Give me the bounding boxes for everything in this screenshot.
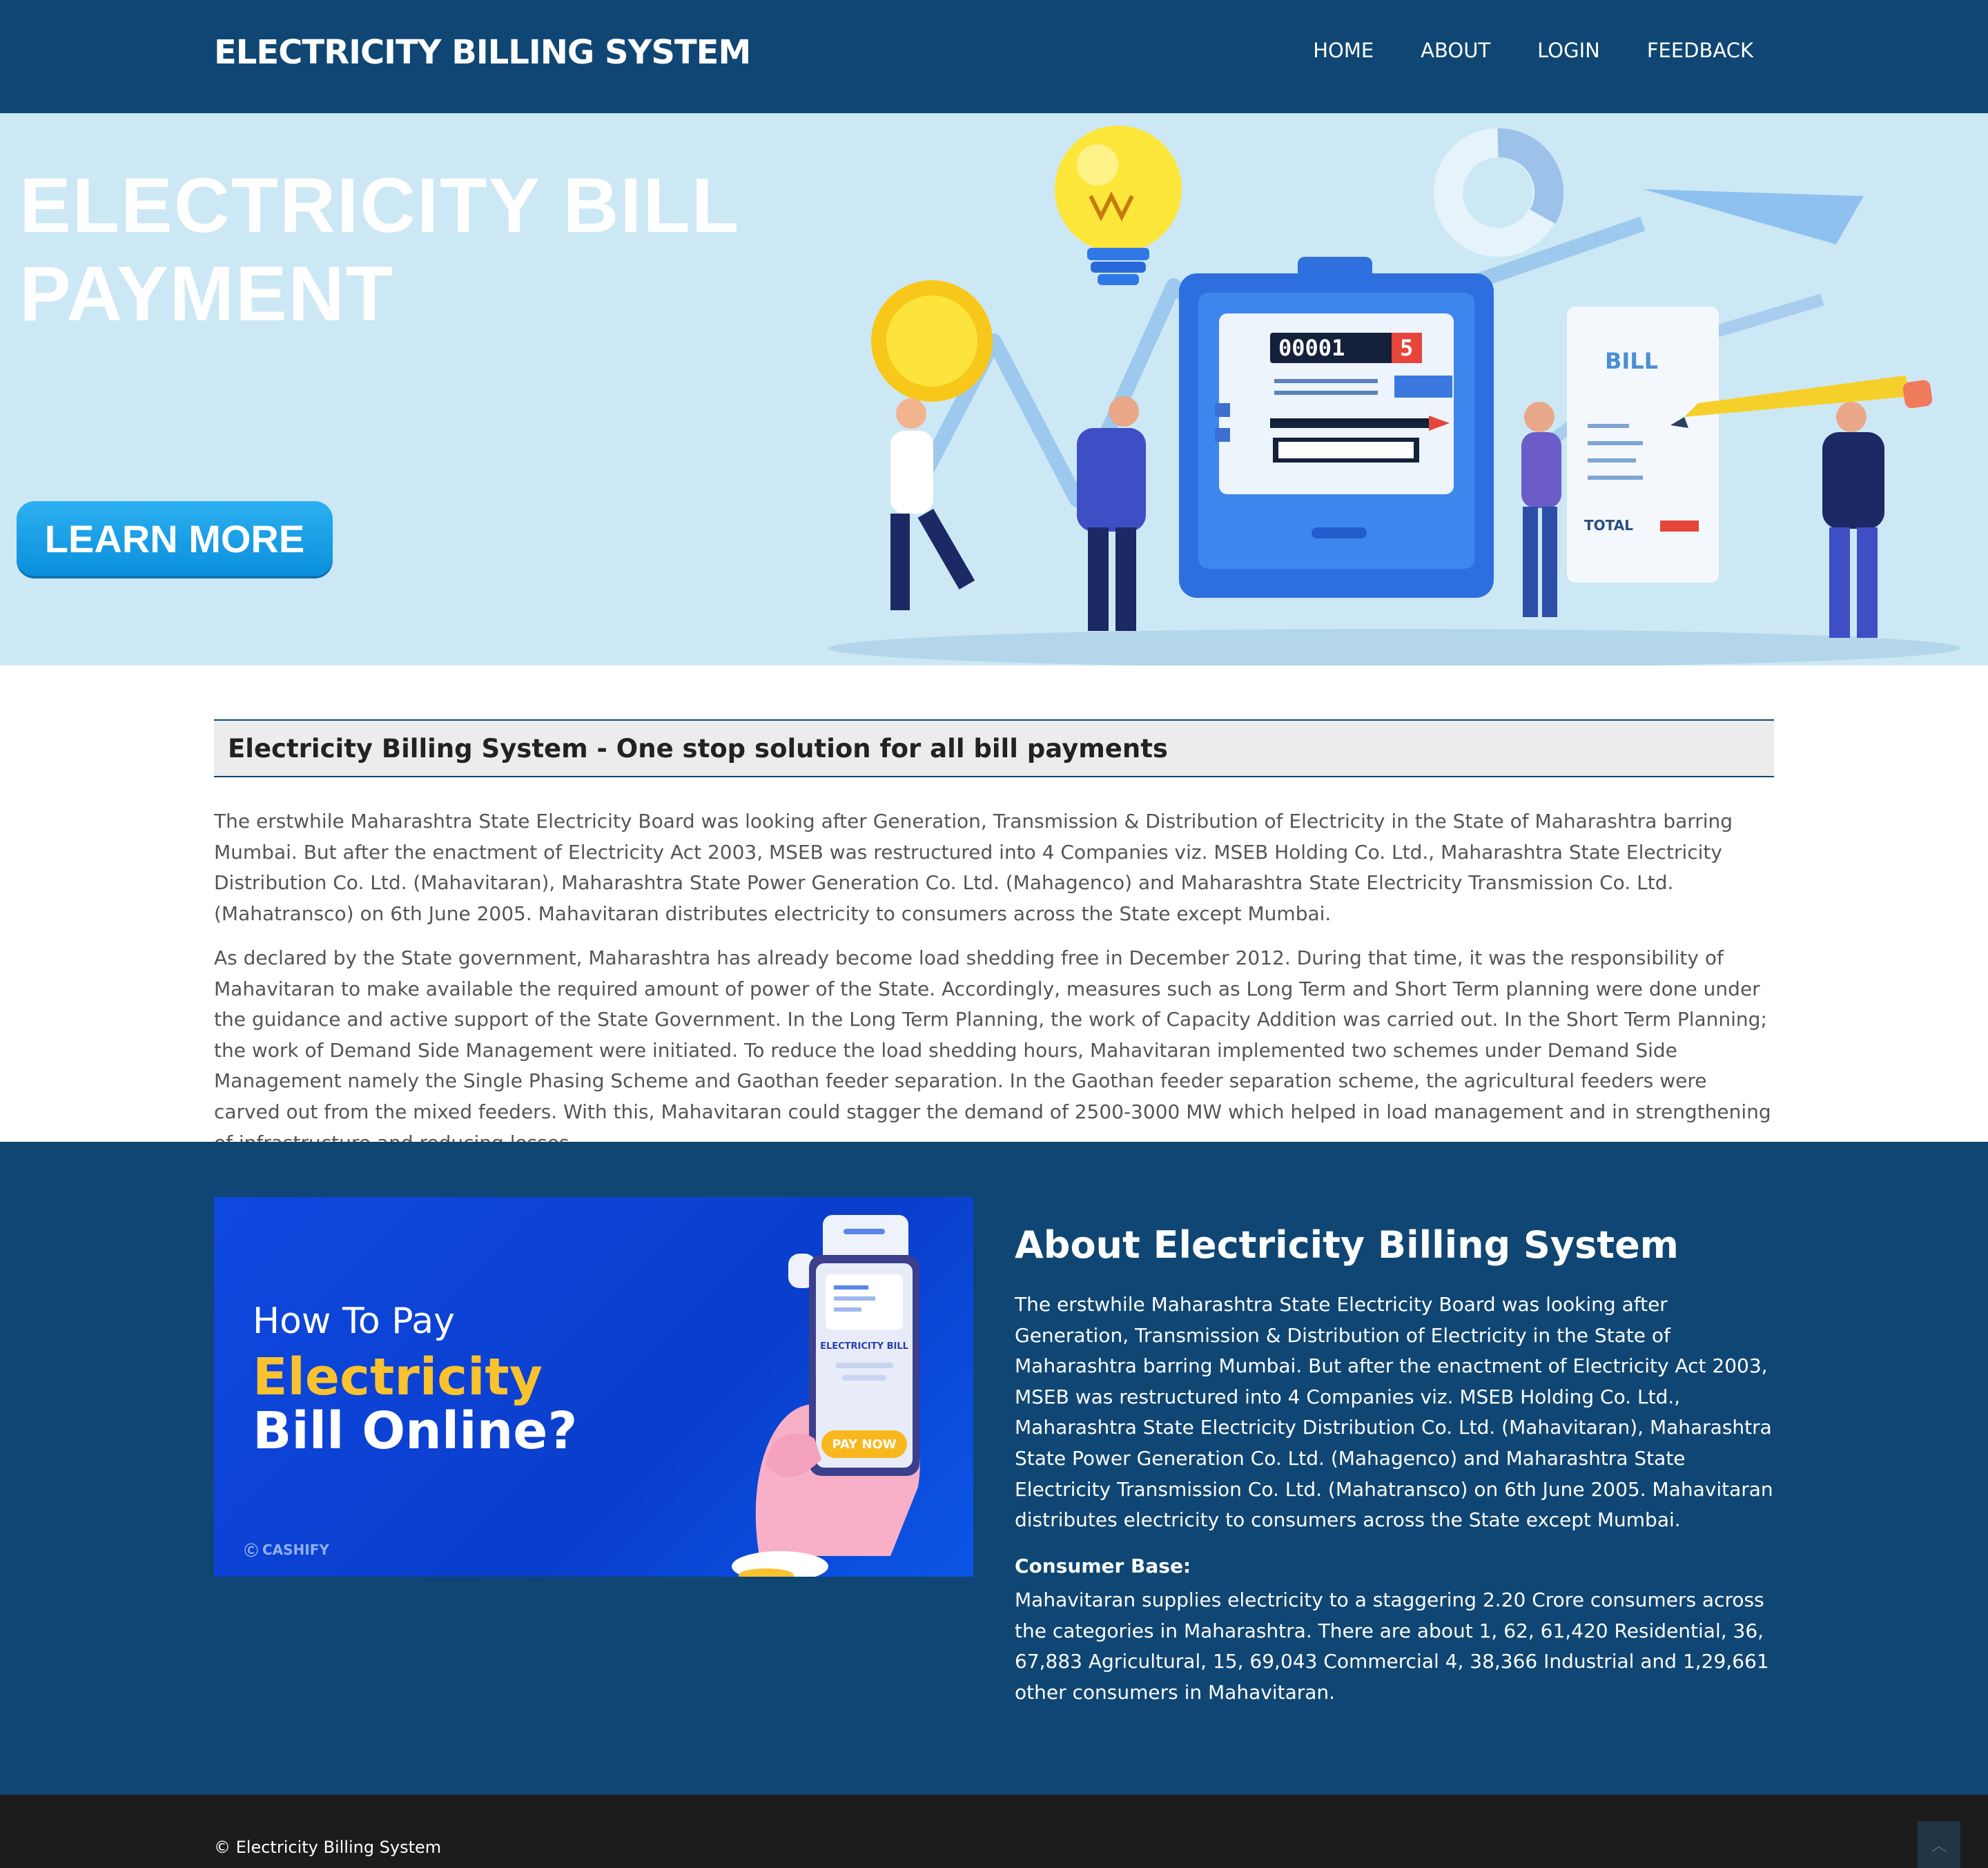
hero-illustration: 00001 5 BILL TOTAL	[828, 126, 1960, 665]
about-title: About Electricity Billing System	[1015, 1223, 1679, 1267]
svg-text:BILL: BILL	[1605, 348, 1658, 374]
nav-login[interactable]: LOGIN	[1537, 39, 1600, 62]
lightbulb-icon	[1055, 126, 1182, 285]
promo-line-2: Electricity	[253, 1348, 543, 1407]
cashify-logo-icon: Ⓒ	[244, 1542, 258, 1559]
site-footer: © Electricity Billing System ︿	[0, 1795, 1988, 1868]
promo-brand-logo: Ⓒ CASHIFY	[244, 1539, 329, 1559]
coin-icon	[871, 280, 993, 402]
site-header: ELECTRICITY BILLING SYSTEM HOME ABOUT LO…	[0, 0, 1988, 113]
consumer-base-text: Mahavitaran supplies electricity to a st…	[1015, 1588, 1769, 1704]
svg-text:5: 5	[1400, 335, 1413, 361]
learn-more-button[interactable]: LEARN MORE	[17, 501, 333, 576]
about-text: The erstwhile Maharashtra State Electric…	[1015, 1293, 1773, 1532]
main-nav: HOME ABOUT LOGIN FEEDBACK	[1313, 39, 1753, 62]
svg-text:TOTAL: TOTAL	[1584, 517, 1633, 534]
site-brand[interactable]: ELECTRICITY BILLING SYSTEM	[214, 33, 751, 72]
promo-line-3: Bill Online?	[253, 1401, 578, 1461]
intro-paragraph-1: The erstwhile Maharashtra State Electric…	[214, 810, 1733, 925]
nav-feedback[interactable]: FEEDBACK	[1647, 39, 1753, 62]
consumer-base-label: Consumer Base:	[1015, 1555, 1191, 1577]
bill-receipt-icon: BILL TOTAL	[1567, 307, 1719, 583]
nav-home[interactable]: HOME	[1313, 39, 1374, 62]
electricity-meter-icon: 00001 5	[1179, 257, 1494, 598]
svg-text:PAY NOW: PAY NOW	[832, 1437, 896, 1452]
hero-banner: ELECTRICITY BILL PAYMENT LEARN MORE 0000…	[0, 113, 1988, 665]
copyright-text: © Electricity Billing System	[214, 1838, 442, 1857]
hero-title: ELECTRICITY BILL PAYMENT	[19, 162, 740, 338]
intro-heading: Electricity Billing System - One stop so…	[214, 719, 1774, 777]
promo-line-1: How To Pay	[253, 1301, 455, 1342]
promo-brand-name: CASHIFY	[262, 1541, 329, 1558]
hero-title-line1: ELECTRICITY BILL	[19, 162, 741, 249]
nav-about[interactable]: ABOUT	[1421, 39, 1490, 62]
back-to-top-button[interactable]: ︿	[1918, 1821, 1960, 1868]
intro-paragraph-2: As declared by the State government, Mah…	[214, 946, 1771, 1154]
chevron-up-icon: ︿	[1931, 1838, 1947, 1855]
hero-title-line2: PAYMENT	[19, 251, 394, 337]
about-section: How To Pay Electricity Bill Online? Ⓒ CA…	[0, 1142, 1988, 1795]
promo-image: How To Pay Electricity Bill Online? Ⓒ CA…	[214, 1197, 973, 1577]
svg-text:ELECTRICITY BILL: ELECTRICITY BILL	[820, 1341, 908, 1352]
svg-text:00001: 00001	[1278, 335, 1345, 361]
phone-payment-illustration: ELECTRICITY BILL PAY NOW	[732, 1215, 920, 1577]
